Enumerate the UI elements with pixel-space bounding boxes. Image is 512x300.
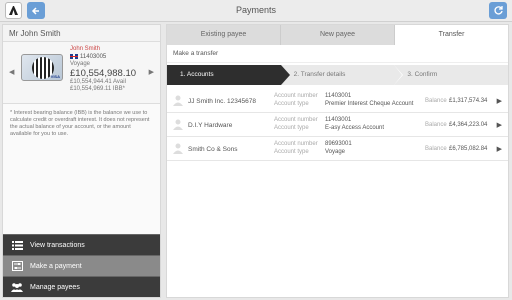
label-account-type: Account type [274,125,309,131]
refresh-icon [493,6,503,15]
label-account-number: Account number [274,117,318,123]
uk-flag-icon [70,53,78,59]
section-heading: Make a transfer [167,45,508,63]
menu-label: View transactions [30,241,85,249]
menu-view-transactions[interactable]: View transactions [3,234,160,255]
list-item[interactable]: JJ Smith Inc. 12345678 Account number Acc… [167,89,508,113]
menu-manage-payees[interactable]: Manage payees [3,276,160,297]
list-icon [11,240,23,251]
people-icon [11,282,23,293]
person-icon [173,143,183,154]
list-item[interactable]: Smith Co & Sons Account number Account ty… [167,137,508,161]
menu-label: Make a payment [30,262,82,270]
person-icon [173,95,183,106]
balance-value: £4,364,223.04 [449,122,488,128]
account-type: Voyage [325,149,346,155]
label-balance: Balance [425,98,447,104]
account-info: John Smith 11403005 Voyage £10,554,988.1… [70,46,136,94]
account-type: Premier Interest Cheque Account [325,101,414,107]
payment-tabs: Existing payee New payee Transfer [167,25,508,45]
chevron-right-icon: ▶ [496,98,502,105]
label-balance: Balance [425,122,447,128]
balance-value: £1,317,574.34 [449,98,488,104]
payee-name: Smith Co & Sons [188,146,238,153]
tab-new-payee[interactable]: New payee [281,25,395,45]
progress-steps: 1. Accounts 2. Transfer details 3. Confi… [167,65,508,85]
step-accounts: 1. Accounts [167,65,290,85]
account-list: JJ Smith Inc. 12345678 Account number Acc… [167,89,508,161]
tab-existing-payee[interactable]: Existing payee [167,25,281,45]
account-number: 11403001 [325,93,352,99]
person-icon [173,119,183,130]
top-bar: Payments [0,0,512,22]
balance-value: £6,785,082.84 [449,146,488,152]
sort-code: 11403005 [80,53,107,60]
account-owner-name: Mr John Smith [3,25,160,42]
account-card-carousel[interactable]: ◀ VISA John Smith 11403005 Voyage £10,55… [3,42,160,104]
menu-make-payment[interactable]: Make a payment [3,255,160,276]
card-image: VISA [21,54,63,81]
account-number: 89693001 [325,141,352,147]
payee-name: JJ Smith Inc. 12345678 [188,98,256,105]
available-balance: £10,554,944.41 Avail [70,78,126,85]
menu-label: Manage payees [30,283,80,291]
chevron-right-icon: ▶ [496,122,502,129]
payment-panel: Existing payee New payee Transfer Make a… [166,24,509,298]
side-menu: View transactions Make a payment Manage … [3,234,160,297]
list-item[interactable]: D.I.Y Hardware Account number Account typ… [167,113,508,137]
label-balance: Balance [425,146,447,152]
payee-name: D.I.Y Hardware [188,122,233,129]
ibb-note: * Interest bearing balance (IBB) is the … [10,110,150,137]
account-number: 11403001 [325,117,352,123]
step-confirm: 3. Confirm [407,71,438,78]
label-account-number: Account number [274,141,318,147]
label-account-type: Account type [274,101,309,107]
tab-transfer[interactable]: Transfer [395,25,508,45]
page-title: Payments [235,5,277,15]
account-balance: £10,554,988.10 [70,67,137,79]
refresh-button[interactable] [489,2,507,19]
step-transfer-details: 2. Transfer details [281,65,403,85]
label-account-number: Account number [274,93,318,99]
account-type: E-asy Access Account [325,125,385,131]
label-account-type: Account type [274,149,309,155]
next-account-icon[interactable]: ▶ [149,68,154,76]
card-holder: John Smith [70,46,101,52]
prev-account-icon[interactable]: ◀ [9,68,14,76]
ibb-balance: £10,554,969.11 IBB* [70,86,125,93]
sliders-icon [11,261,23,272]
account-panel: Mr John Smith ◀ VISA John Smith 11403005… [2,24,161,298]
chevron-right-icon: ▶ [496,146,502,153]
